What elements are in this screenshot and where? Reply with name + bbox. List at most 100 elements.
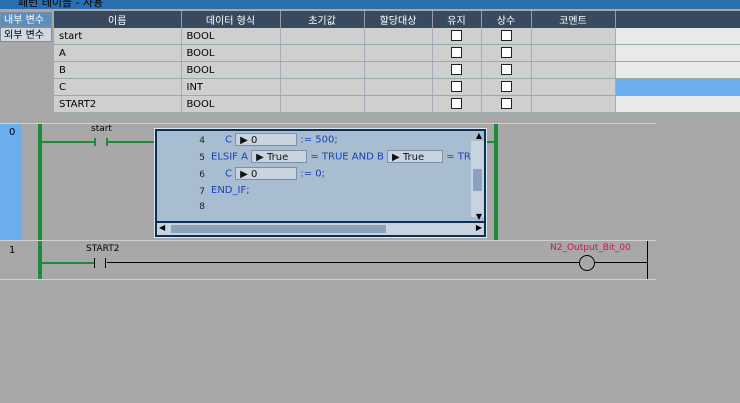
scroll-down-arrow-icon[interactable]: ▼ [476,212,482,221]
cell-name[interactable]: START2 [54,95,182,113]
line-number: 5 [199,153,205,163]
retain-checkbox[interactable] [451,81,462,93]
cell-initial-value[interactable] [280,28,365,45]
column-header-empty [615,11,740,28]
cell-assignment[interactable] [364,95,433,113]
table-header-row: 이름 데이터 형식 초기값 할당대상 유지 상수 코멘트 [54,11,740,28]
code-token: = TR [446,151,471,163]
scroll-right-arrow-icon[interactable]: ▶ [476,223,482,232]
rung-0-contact[interactable] [94,138,108,146]
cell-name[interactable]: C [54,78,182,96]
horizontal-scroll-thumb[interactable] [171,225,386,233]
cell-assignment[interactable] [364,61,433,79]
scroll-up-arrow-icon[interactable]: ▲ [476,131,482,140]
monitor-value: True [402,152,425,163]
code-token: C [225,134,232,146]
cell-retain [432,78,482,96]
code-token: := 0; [300,168,326,180]
retain-checkbox[interactable] [451,64,462,76]
cell-comment[interactable] [531,44,616,62]
monitor-value-box[interactable]: ▶ True [387,150,444,163]
column-header-initial-value[interactable]: 초기값 [280,11,365,28]
scroll-left-arrow-icon[interactable]: ◀ [159,223,165,232]
column-header-data-type[interactable]: 데이터 형식 [181,11,281,28]
rung-1-contact[interactable] [94,258,106,268]
st-code-editor[interactable]: 4 5 6 7 8 C ▶ 0 := 500; ELSIF A ▶ True =… [154,128,487,238]
rung-0-number: 0 [9,127,16,138]
rung-0-header-selected[interactable] [0,124,22,241]
cell-comment[interactable] [531,28,616,45]
cell-data-type[interactable]: BOOL [181,95,281,113]
code-token: ELSIF A [211,151,248,163]
constant-checkbox[interactable] [500,98,512,110]
variable-table: 이름 데이터 형식 초기값 할당대상 유지 상수 코멘트 start BOOL … [54,11,740,113]
cell-extra[interactable] [615,28,740,45]
cell-extra[interactable] [615,44,740,62]
cell-assignment[interactable] [364,28,433,45]
column-header-constant[interactable]: 상수 [481,11,532,28]
monitor-value-box[interactable]: ▶ True [251,150,308,163]
cell-comment[interactable] [531,95,616,113]
cell-comment[interactable] [531,61,616,79]
constant-checkbox[interactable] [500,47,512,59]
cell-initial-value[interactable] [280,44,365,62]
cell-initial-value[interactable] [280,61,365,79]
cell-data-type[interactable]: BOOL [181,28,281,45]
constant-checkbox[interactable] [500,64,512,76]
cell-data-type[interactable]: BOOL [181,61,281,79]
cell-constant [481,61,532,79]
table-row-selected[interactable]: C INT [54,78,740,96]
code-token: = TRUE AND B [310,151,384,163]
vertical-scrollbar[interactable] [471,141,484,217]
rung-1-wire-out [595,262,647,263]
monitor-value-box[interactable]: ▶ 0 [235,167,298,180]
cell-extra[interactable] [615,95,740,113]
monitor-value-box[interactable]: ▶ 0 [235,133,298,146]
cell-assignment[interactable] [364,44,433,62]
rung-1-number: 1 [9,245,16,256]
cell-initial-value[interactable] [280,95,365,113]
cell-extra[interactable] [615,78,740,96]
title-bar: 패턴 테이블 - 사용 [0,0,740,9]
cell-name[interactable]: B [54,61,182,79]
table-row[interactable]: START2 BOOL [54,95,740,113]
cell-initial-value[interactable] [280,78,365,96]
column-header-comment[interactable]: 코멘트 [531,11,616,28]
cell-data-type[interactable]: BOOL [181,44,281,62]
cell-comment[interactable] [531,78,616,96]
output-coil[interactable] [579,255,595,271]
retain-checkbox[interactable] [451,47,462,59]
cell-retain [432,61,482,79]
column-header-name[interactable]: 이름 [54,11,182,28]
rung-separator [0,240,656,241]
table-row[interactable]: A BOOL [54,44,740,62]
rung-0-wire-out [487,141,496,143]
st-code-area[interactable]: 4 5 6 7 8 C ▶ 0 := 500; ELSIF A ▶ True =… [157,131,484,221]
code-line-5: ELSIF A ▶ True = TRUE AND B ▶ True = TR [211,150,471,163]
constant-checkbox[interactable] [500,30,512,42]
tab-internal-variables[interactable]: 내부 변수 [0,12,52,27]
line-number: 8 [199,202,205,212]
cell-retain [432,28,482,45]
rung-1-wire-right [107,262,579,263]
cell-extra[interactable] [615,61,740,79]
cell-data-type[interactable]: INT [181,78,281,96]
retain-checkbox[interactable] [451,98,462,110]
tab-external-variables[interactable]: 외부 변수 [0,27,52,42]
horizontal-scrollbar[interactable]: ◀ ▶ [157,223,484,235]
cell-assignment[interactable] [364,78,433,96]
column-header-retain[interactable]: 유지 [432,11,482,28]
cell-retain [432,95,482,113]
cell-name[interactable]: start [54,28,182,45]
cell-name[interactable]: A [54,44,182,62]
coil-label: N2_Output_Bit_00 [550,243,631,253]
line-number: 4 [199,136,205,146]
table-row[interactable]: start BOOL [54,28,740,45]
monitor-value: True [267,152,289,163]
constant-checkbox[interactable] [500,81,512,93]
column-header-assignment[interactable]: 할당대상 [364,11,433,28]
cell-constant [481,28,532,45]
vertical-scroll-thumb[interactable] [473,169,482,191]
retain-checkbox[interactable] [451,30,462,42]
table-row[interactable]: B BOOL [54,61,740,79]
